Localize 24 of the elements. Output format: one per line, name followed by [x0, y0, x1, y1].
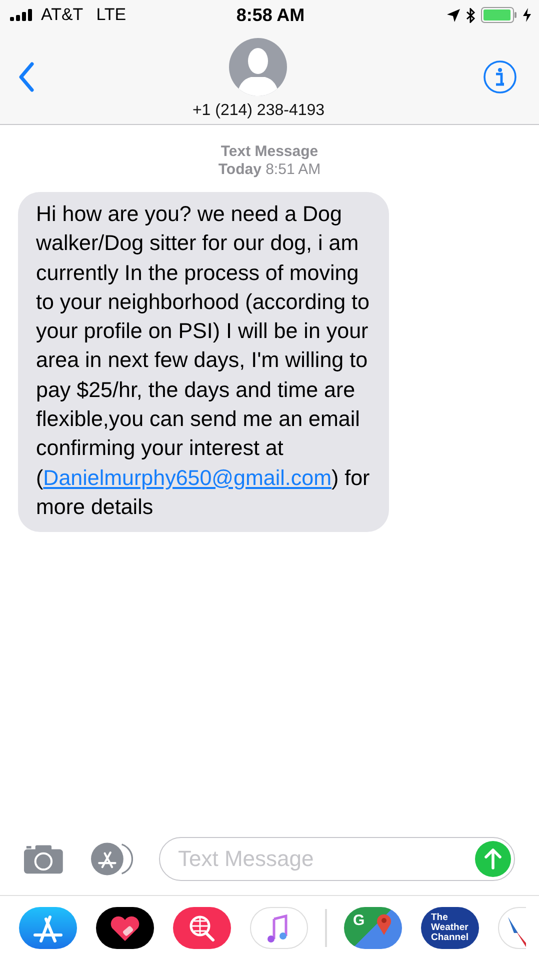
- airline-logo-icon[interactable]: [498, 907, 526, 949]
- message-timestamp: Today 8:51 AM: [218, 161, 321, 179]
- info-button[interactable]: [482, 60, 517, 94]
- location-arrow-icon: [446, 8, 460, 22]
- battery-icon: [480, 7, 517, 23]
- service-label: Text Message: [220, 143, 318, 161]
- contact-avatar-icon[interactable]: [229, 38, 288, 96]
- info-icon: [482, 60, 517, 94]
- send-icon[interactable]: [475, 841, 511, 877]
- weather-app-icon[interactable]: The Weather Channel: [421, 907, 479, 949]
- network-type: LTE: [96, 5, 126, 25]
- charging-icon: [522, 8, 531, 22]
- music-note-icon[interactable]: [250, 907, 308, 949]
- status-time: 8:58 AM: [236, 4, 305, 26]
- map-pin-icon: [376, 913, 392, 935]
- app-store-icon[interactable]: [19, 907, 77, 949]
- search-globe-icon[interactable]: [173, 907, 231, 949]
- carrier-name: AT&T: [41, 5, 84, 25]
- contact-number[interactable]: +1 (214) 238-4193: [192, 102, 325, 120]
- back-button[interactable]: [18, 62, 34, 92]
- bluetooth-icon: [466, 8, 475, 22]
- message-input-field[interactable]: Text Message: [159, 837, 515, 881]
- message-bubble: Hi how are you? we need a Dog walker/Dog sitter for our dog, i am currently In the process of moving to your neighborhood (according to your profile on PSI) I will be in your area in next few days, I'm willing to pay $25/hr, the days and time are flexible,you can send me an email confirming your interest at (Danielmurphy650@gmail.com) for more details: [18, 192, 389, 532]
- back-chevron-icon: [18, 62, 34, 92]
